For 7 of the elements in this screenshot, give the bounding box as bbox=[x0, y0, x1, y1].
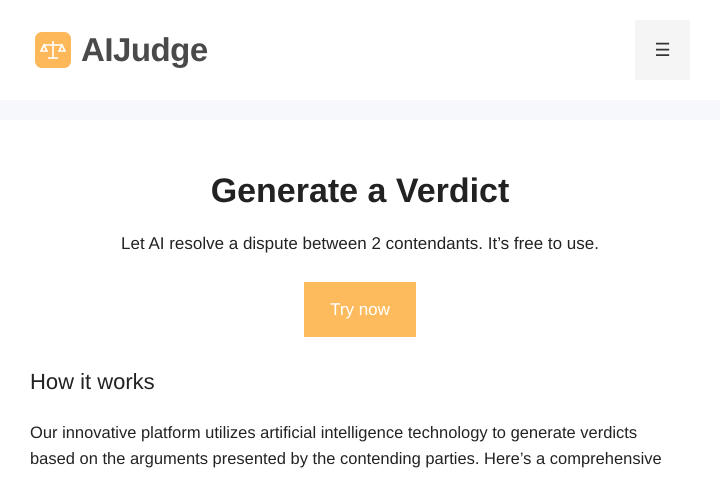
scales-logo-icon bbox=[35, 32, 71, 68]
menu-button[interactable]: ☰ bbox=[635, 20, 690, 80]
logo-text[interactable]: AIJudge bbox=[81, 31, 208, 69]
page-title: Generate a Verdict bbox=[210, 171, 510, 212]
section-heading: How it works bbox=[30, 368, 156, 396]
subtitle: Let AI resolve a dispute between 2 contendants. It’s free to use. bbox=[120, 233, 600, 255]
description-paragraph: Our innovative platform utilizes artificial intelligence technology to generate verdicts based on the arguments presented by the contending parties. Here’s a comprehensive bbox=[30, 423, 663, 470]
